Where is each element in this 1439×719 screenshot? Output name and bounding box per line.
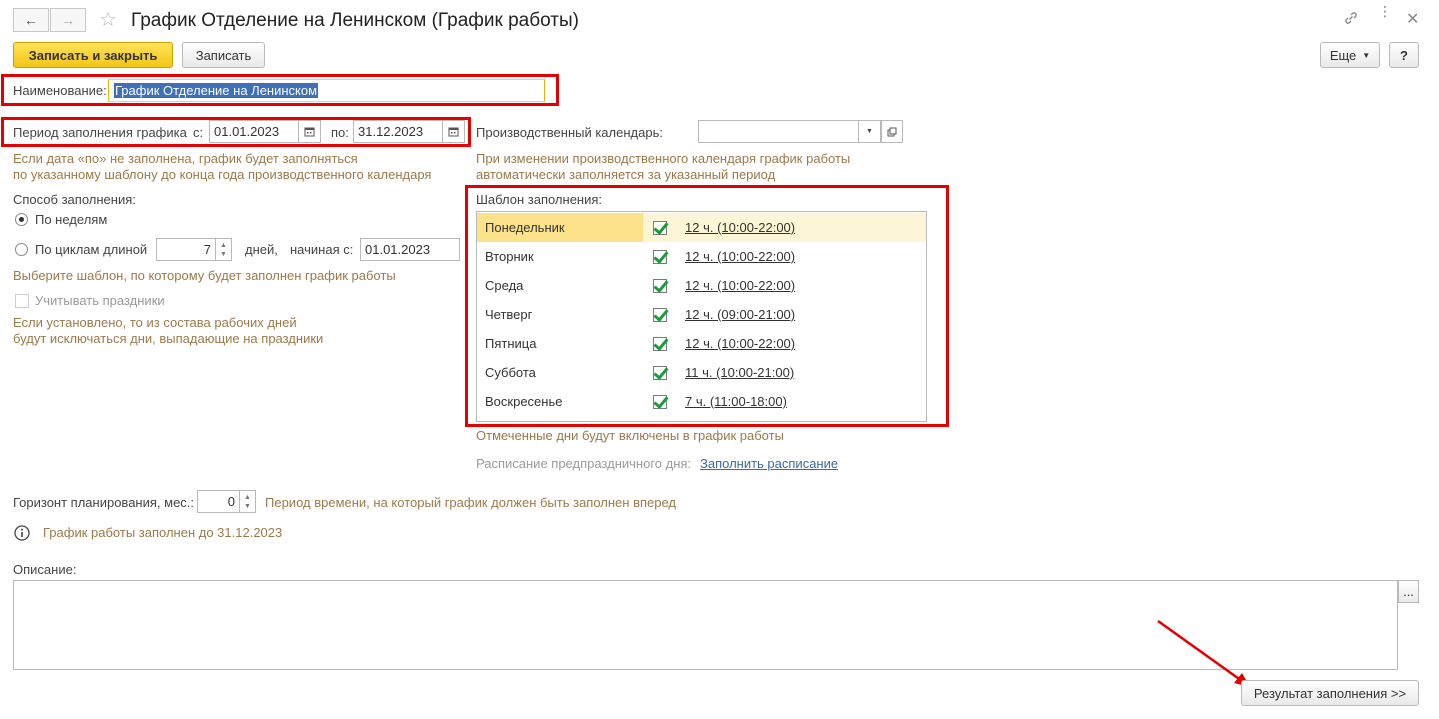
radio-by-cycles-label[interactable]: По циклам длиной (35, 242, 147, 257)
day-checkbox[interactable] (653, 365, 667, 380)
holidays-hint-line2: будут исключаться дни, выпадающие на пра… (13, 331, 324, 346)
starting-label: начиная с: (290, 242, 354, 257)
description-label: Описание: (13, 562, 77, 577)
fill-schedule-link[interactable]: Заполнить расписание (700, 456, 838, 471)
fill-result-button[interactable]: Результат заполнения >> (1241, 680, 1419, 706)
hours-link[interactable]: 12 ч. (09:00-21:00) (685, 307, 795, 322)
template-label: Шаблон заполнения: (476, 192, 603, 207)
period-to-input[interactable]: 31.12.2023 (353, 120, 443, 143)
forward-button[interactable]: → (50, 8, 86, 32)
stepper-down-icon[interactable]: ▼ (220, 250, 227, 259)
days-label: дней, (245, 242, 278, 257)
template-hint: Отмеченные дни будут включены в график р… (476, 428, 784, 443)
chevron-down-icon: ▼ (1362, 50, 1371, 60)
period-from-input[interactable]: 01.01.2023 (209, 120, 299, 143)
link-icon[interactable] (1343, 10, 1359, 26)
day-cell: Суббота (485, 365, 536, 380)
horizon-stepper[interactable]: ▲ ▼ (240, 490, 256, 513)
dropdown-arrow-icon[interactable]: ▼ (859, 120, 881, 143)
period-to-label: по: (331, 125, 349, 140)
arrow-left-icon: ← (24, 12, 38, 28)
production-calendar-input[interactable] (698, 120, 859, 143)
stepper-up-icon[interactable]: ▲ (244, 493, 251, 502)
start-date-input[interactable]: 01.01.2023 (360, 238, 460, 261)
fill-method-label: Способ заполнения: (13, 192, 136, 207)
more-vertical-icon[interactable]: ⋮ (1378, 4, 1392, 18)
day-checkbox[interactable] (653, 394, 667, 409)
pre-holiday-label: Расписание предпраздничного дня: (476, 456, 692, 471)
day-cell: Четверг (485, 307, 533, 322)
stepper-down-icon[interactable]: ▼ (244, 502, 251, 511)
hours-link[interactable]: 11 ч. (10:00-21:00) (685, 365, 794, 380)
day-checkbox[interactable] (653, 220, 667, 235)
day-cell: Вторник (485, 249, 534, 264)
name-input[interactable]: График Отделение на Ленинском (108, 79, 545, 102)
horizon-label: Горизонт планирования, мес.: (13, 495, 195, 510)
stepper-up-icon[interactable]: ▲ (220, 241, 227, 250)
table-row[interactable]: Понедельник 12 ч. (10:00-22:00) (477, 213, 926, 242)
calendar-label: Производственный календарь: (476, 125, 663, 140)
calendar-hint-line1: При изменении производственного календар… (476, 151, 851, 166)
template-table[interactable]: Понедельник 12 ч. (10:00-22:00) Вторник … (476, 211, 927, 422)
hours-link[interactable]: 12 ч. (10:00-22:00) (685, 249, 795, 264)
table-row[interactable]: Вторник 12 ч. (10:00-22:00) (477, 242, 926, 271)
hours-link[interactable]: 12 ч. (10:00-22:00) (685, 220, 795, 235)
description-more-button[interactable]: ... (1398, 580, 1419, 603)
hours-link[interactable]: 12 ч. (10:00-22:00) (685, 336, 795, 351)
day-checkbox[interactable] (653, 336, 667, 351)
calendar-hint-line2: автоматически заполняется за указанный п… (476, 167, 776, 182)
info-text: График работы заполнен до 31.12.2023 (43, 525, 283, 540)
table-row[interactable]: Пятница 12 ч. (10:00-22:00) (477, 329, 926, 358)
horizon-hint: Период времени, на который график должен… (265, 495, 677, 510)
save-and-close-button[interactable]: Записать и закрыть (13, 42, 173, 68)
day-checkbox[interactable] (653, 278, 667, 293)
day-cell: Пятница (485, 336, 537, 351)
more-button[interactable]: Еще ▼ (1320, 42, 1380, 68)
radio-by-cycles[interactable] (15, 243, 28, 256)
table-row[interactable]: Воскресенье 7 ч. (11:00-18:00) (477, 387, 926, 416)
holidays-checkbox[interactable] (15, 294, 29, 308)
help-button[interactable]: ? (1389, 42, 1419, 68)
cycle-length-stepper[interactable]: ▲ ▼ (216, 238, 232, 261)
back-button[interactable]: ← (13, 8, 49, 32)
period-from-label: с: (193, 125, 204, 140)
table-row[interactable]: Суббота 11 ч. (10:00-21:00) (477, 358, 926, 387)
info-icon (14, 525, 30, 541)
more-label: Еще (1329, 47, 1357, 63)
day-cell: Среда (485, 278, 524, 293)
close-icon[interactable]: ✕ (1406, 9, 1419, 29)
radio-by-weeks-label[interactable]: По неделям (35, 212, 107, 227)
horizon-input[interactable]: 0 (197, 490, 240, 513)
open-icon[interactable] (881, 120, 903, 143)
favorite-star-icon[interactable]: ☆ (99, 7, 117, 32)
calendar-icon[interactable] (443, 120, 465, 143)
period-label: Период заполнения графика (13, 125, 187, 140)
day-checkbox[interactable] (653, 307, 667, 322)
holidays-label: Учитывать праздники (35, 293, 165, 308)
save-button[interactable]: Записать (182, 42, 265, 68)
arrow-right-icon: → (61, 12, 75, 28)
hours-link[interactable]: 12 ч. (10:00-22:00) (685, 278, 795, 293)
period-hint-line2: по указанному шаблону до конца года прои… (13, 167, 432, 182)
hours-link[interactable]: 7 ч. (11:00-18:00) (685, 394, 787, 409)
name-label: Наименование: (13, 83, 107, 98)
day-checkbox[interactable] (653, 249, 667, 264)
table-row[interactable]: Четверг 12 ч. (09:00-21:00) (477, 300, 926, 329)
template-select-hint: Выберите шаблон, по которому будет запол… (13, 268, 396, 283)
cycle-length-input[interactable]: 7 (156, 238, 216, 261)
calendar-icon[interactable] (299, 120, 321, 143)
name-input-value: График Отделение на Ленинском (114, 83, 319, 98)
day-cell: Понедельник (477, 213, 643, 242)
period-hint-line1: Если дата «по» не заполнена, график буде… (13, 151, 358, 166)
day-cell: Воскресенье (485, 394, 563, 409)
table-row[interactable]: Среда 12 ч. (10:00-22:00) (477, 271, 926, 300)
holidays-hint-line1: Если установлено, то из состава рабочих … (13, 315, 297, 330)
page-title: График Отделение на Ленинском (График ра… (131, 10, 579, 31)
radio-by-weeks[interactable] (15, 213, 28, 226)
